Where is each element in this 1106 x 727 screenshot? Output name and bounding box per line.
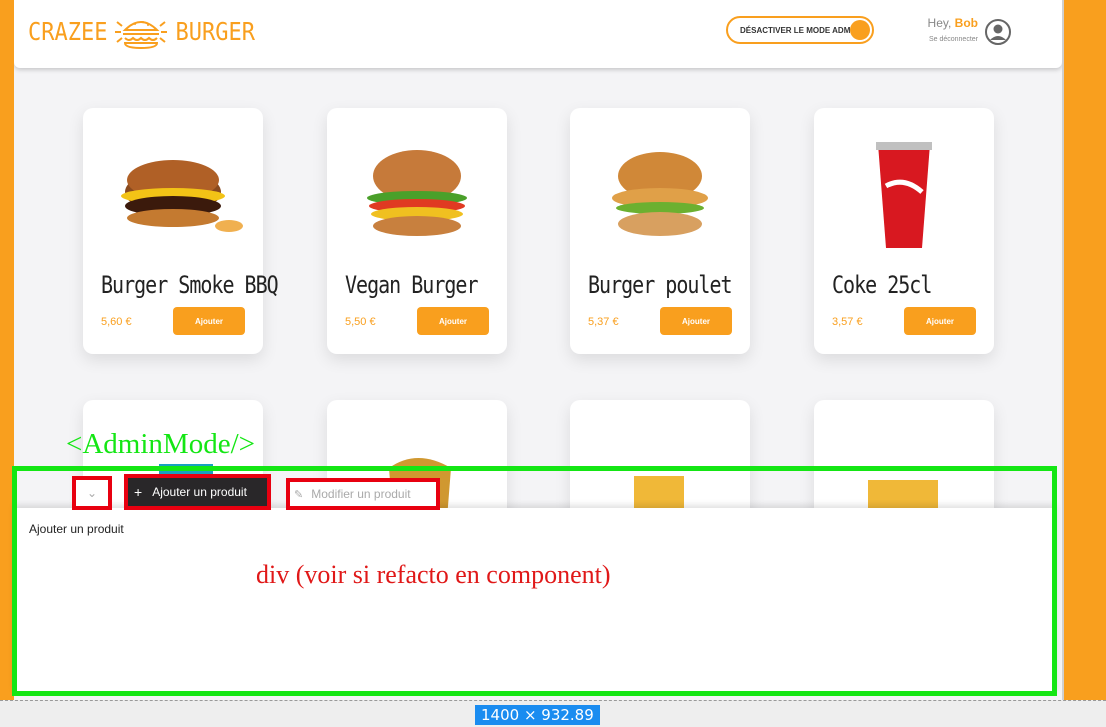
product-card: Burger Smoke BBQ 5,60 € Ajouter — [83, 108, 279, 354]
frame-right — [1064, 0, 1106, 700]
panel-annotation-note: div (voir si refacto en component) — [256, 560, 611, 589]
product-card: Coke 25cl 3,57 € Ajouter — [814, 108, 994, 354]
tab-add-product[interactable]: + Ajouter un produit — [124, 474, 271, 510]
admin-panel-content: Ajouter un produit div (voir si refacto … — [14, 508, 1056, 694]
burger-logo-icon — [115, 21, 168, 50]
coke-cup-image — [876, 142, 932, 248]
burger-poulet-image — [612, 152, 708, 236]
user-greeting: Hey, Bob — [928, 16, 978, 30]
product-price: 5,60 € — [101, 316, 132, 328]
vegan-burger-image — [367, 150, 467, 236]
add-to-cart-button[interactable]: Ajouter — [660, 307, 732, 335]
tab-edit-label: Modifier un produit — [311, 487, 411, 501]
frame-left — [0, 0, 14, 700]
viewport-size-badge: 1400 × 932.89 — [475, 705, 600, 725]
product-price: 3,57 € — [832, 316, 863, 328]
add-to-cart-button[interactable]: Ajouter — [417, 307, 489, 335]
greeting-text: Hey, — [927, 16, 952, 30]
panel-content-text: Ajouter un produit — [29, 522, 124, 536]
product-price: 5,37 € — [588, 316, 619, 328]
product-title: Vegan Burger — [345, 270, 478, 299]
toggle-knob — [850, 20, 870, 40]
admin-mode-toggle[interactable]: DÉSACTIVER LE MODE ADMIN — [726, 16, 874, 44]
brand-logo[interactable]: CRAZEE BURGER — [28, 14, 255, 50]
brand-name-right: BURGER — [175, 17, 255, 47]
tab-edit-product[interactable]: ✎ Modifier un produit — [286, 478, 440, 510]
tab-add-label: Ajouter un produit — [152, 485, 247, 499]
chevron-down-icon: ⌄ — [86, 486, 98, 500]
admin-mode-annotation: <AdminMode/> — [66, 428, 255, 460]
product-title: Burger Smoke BBQ — [101, 270, 279, 299]
product-card: Burger poulet 5,37 € Ajouter — [570, 108, 750, 354]
product-card: Vegan Burger 5,50 € Ajouter — [327, 108, 507, 354]
user-profile: Hey, Bob Se déconnecter — [914, 14, 1014, 50]
burger-smoke-bbq-image — [121, 160, 243, 232]
product-title: Coke 25cl — [832, 270, 932, 299]
username: Bob — [954, 16, 978, 30]
navbar: CRAZEE BURGER DÉSACTIVER LE MODE ADMIN H… — [14, 0, 1062, 68]
logout-link[interactable]: Se déconnecter — [929, 36, 978, 43]
pencil-icon: ✎ — [294, 488, 304, 501]
product-price: 5,50 € — [345, 316, 376, 328]
user-circle-icon[interactable] — [984, 18, 1012, 46]
add-to-cart-button[interactable]: Ajouter — [904, 307, 976, 335]
admin-toggle-label: DÉSACTIVER LE MODE ADMIN — [740, 25, 859, 35]
plus-icon: + — [134, 484, 143, 500]
collapse-panel-button[interactable]: ⌄ — [72, 476, 112, 510]
product-title: Burger poulet — [588, 270, 733, 299]
brand-name-left: CRAZEE — [28, 17, 108, 47]
add-to-cart-button[interactable]: Ajouter — [173, 307, 245, 335]
